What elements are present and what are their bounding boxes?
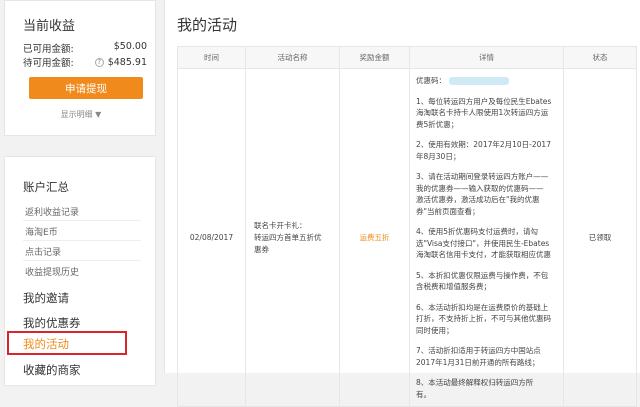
menu-divider xyxy=(23,260,141,261)
column-header-name: 活动名称 xyxy=(245,46,340,69)
detail-line: 费5折优惠； xyxy=(416,119,459,129)
detail-line: 5、本折扣优惠仅限运费与操作费，不包 xyxy=(416,270,549,280)
column-header-status: 状态 xyxy=(563,46,637,69)
pending-amount-label: 待可用金额: xyxy=(23,58,74,69)
table-row: 02/08/2017 联名卡开卡礼： 转运四方首单五折优 惠券 运费五折 优惠码… xyxy=(177,68,637,407)
main-content: 我的活动 时间 活动名称 奖励金额 详情 状态 02/08/2017 联名卡开卡… xyxy=(164,0,640,407)
menu-divider xyxy=(23,220,141,221)
detail-line: 我的优惠券——输入获取的优惠码—— xyxy=(416,183,544,193)
detail-line: 7、活动折扣适用于转运四方中国站点 xyxy=(416,346,541,355)
cell-time: 02/08/2017 xyxy=(177,68,246,407)
detail-line: 有。 xyxy=(416,389,431,399)
detail-line: 2、使用有效期：2017年2月10日-2017 xyxy=(416,140,551,149)
column-header-time: 时间 xyxy=(177,46,246,69)
detail-line: 同时使用； xyxy=(416,325,454,335)
detail-line: 3、请在活动期间登录转运四方账户—— xyxy=(416,172,549,181)
cell-name: 联名卡开卡礼： 转运四方首单五折优 惠券 xyxy=(245,68,340,407)
available-amount-value: $50.00 xyxy=(113,41,147,52)
detail-line: 4、使用5折优惠码支付运费时，请勾 xyxy=(416,227,539,236)
detail-line: 激活优惠券，激活成功后在"我的优惠 xyxy=(416,195,540,204)
pending-amount-value: $485.91 xyxy=(107,56,147,68)
detail-line: 海淘联名信用卡支付，才能获取相应优惠 xyxy=(416,250,551,259)
page-title: 我的活动 xyxy=(177,16,238,34)
column-header-detail: 详情 xyxy=(409,46,564,69)
menu-divider xyxy=(23,240,141,241)
detail-line: 1、每位转运四方用户及每位民生Ebates xyxy=(416,96,552,106)
menu-my-coupons[interactable]: 我的优惠券 xyxy=(23,315,81,331)
cell-amount: 运费五折 xyxy=(339,68,410,407)
coupon-code-value xyxy=(449,77,509,85)
menu-favorite-stores[interactable]: 收藏的商家 xyxy=(23,362,81,378)
menu-item-e-coins[interactable]: 海淘E币 xyxy=(25,225,58,238)
menu-item-click-records[interactable]: 点击记录 xyxy=(25,245,61,258)
withdraw-button[interactable]: 申请提现 xyxy=(29,77,143,99)
detail-line: 8、本活动最终解释权归转运四方所 xyxy=(416,378,534,387)
detail-line: 2017年1月31日前开通的所有路线； xyxy=(416,357,540,367)
available-amount-label: 已可用金额: xyxy=(23,44,74,55)
show-detail-link[interactable]: 显示明细 ▼ xyxy=(5,109,157,120)
menu-item-rebate-records[interactable]: 返利收益记录 xyxy=(25,205,79,218)
earnings-title: 当前收益 xyxy=(23,19,76,34)
available-amount-row: 已可用金额: $50.00 xyxy=(23,41,147,55)
detail-line: 含税费和增值服务费； xyxy=(416,282,491,291)
name-line: 惠券 xyxy=(254,244,269,254)
cell-status: 已领取 xyxy=(563,68,637,407)
account-menu: 账户汇总 返利收益记录 海淘E币 点击记录 收益提现历史 我的邀请 我的优惠券 … xyxy=(4,156,156,386)
detail-line: 年8月30日； xyxy=(416,151,461,161)
detail-line: 6、本活动折扣均是在运费原价的基础上 xyxy=(416,302,549,312)
menu-my-invites[interactable]: 我的邀请 xyxy=(23,290,69,306)
name-line: 转运四方首单五折优 xyxy=(254,232,322,242)
menu-my-activities[interactable]: 我的活动 xyxy=(23,336,69,352)
cell-detail: 优惠码： 1、每位转运四方用户及每位民生Ebates 海淘联名卡持卡人限使用1次转… xyxy=(409,68,564,407)
name-line: 联名卡开卡礼： xyxy=(254,220,307,230)
column-header-amount: 奖励金额 xyxy=(339,46,410,69)
table-header-row: 时间 活动名称 奖励金额 详情 状态 xyxy=(177,46,637,69)
menu-account-summary[interactable]: 账户汇总 xyxy=(23,179,69,195)
menu-item-withdraw-history[interactable]: 收益提现历史 xyxy=(25,265,79,278)
detail-line: 海淘联名卡持卡人限使用1次转运四方运 xyxy=(416,108,549,117)
detail-text: 1、每位转运四方用户及每位民生Ebates 海淘联名卡持卡人限使用1次转运四方运费… xyxy=(416,96,557,401)
help-icon[interactable]: ? xyxy=(94,57,104,67)
detail-line: 选"Visa支付接口"，并使用民生-Ebates xyxy=(416,238,550,248)
coupon-code-line: 优惠码： xyxy=(416,75,557,87)
earnings-panel: 当前收益 已可用金额: $50.00 待可用金额: ? $485.91 申请提现… xyxy=(4,0,156,136)
coupon-code-label: 优惠码： xyxy=(416,76,446,85)
pending-amount-row: 待可用金额: ? $485.91 xyxy=(23,55,147,70)
detail-line: 券"当前页面查看； xyxy=(416,206,480,216)
detail-line: 打折，不支持折上折，不可与其他优惠码 xyxy=(416,314,551,323)
activities-table: 时间 活动名称 奖励金额 详情 状态 02/08/2017 联名卡开卡礼： 转运… xyxy=(177,46,637,407)
